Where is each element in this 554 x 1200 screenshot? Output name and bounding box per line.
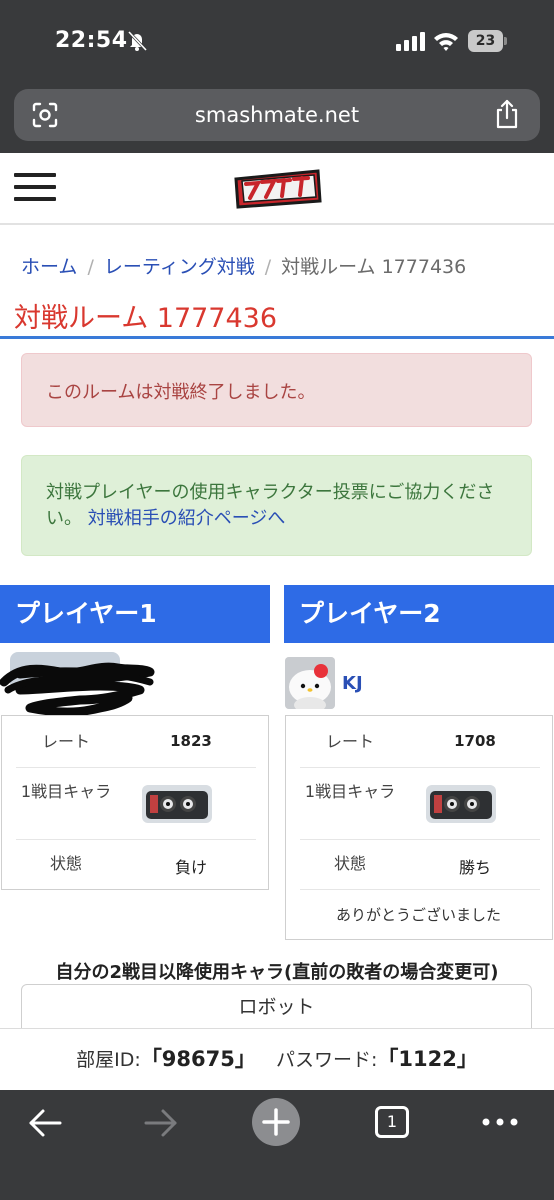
player2-avatar[interactable] [285,657,335,709]
player2-stats: レート 1708 1戦目キャラ 状態 勝ち ありがとうございました [285,715,553,940]
browser-top-chrome: 22:54 23 smashmate.net [0,0,554,153]
forward-arrow-icon[interactable] [142,1106,180,1140]
player2-status-value: 勝ち [458,858,491,877]
address-bar[interactable]: smashmate.net [14,89,540,141]
signal-icon [396,32,425,51]
status-label: 状態 [49,854,82,873]
chara-label: 1戦目キャラ [20,782,112,801]
robot-character-icon [142,785,212,823]
wifi-icon [434,33,458,51]
match-finished-alert: このルームは対戦終了しました。 [21,353,532,427]
password-label: パスワード: [275,1049,378,1071]
chara-label: 1戦目キャラ [304,782,396,801]
new-tab-button[interactable] [252,1098,300,1146]
page-title: 対戦ルーム 1777436 [14,303,278,334]
battery-indicator: 23 [468,30,508,52]
more-icon[interactable] [480,1112,520,1132]
player1-status-value: 負け [174,858,207,877]
tab-switcher-button[interactable]: 1 [375,1106,409,1138]
player2-name-link[interactable]: KJ [342,673,363,694]
player2-status-row: 状態 勝ち [300,840,540,890]
player2-message: ありがとうございました [335,906,501,924]
player1-rate-row: レート 1823 [16,716,256,768]
player1-chara-row: 1戦目キャラ [16,768,256,840]
password-value: 「1122」 [377,1047,478,1071]
second-chara-label: 自分の2戦目以降使用キャラ(直前の敗者の場合変更可) [55,962,499,983]
status-time: 22:54 [55,28,128,53]
breadcrumb: ホーム / レーティング対戦 / 対戦ルーム 1777436 [21,252,466,279]
player1-redacted-name [0,652,155,717]
battery-level: 23 [468,30,503,52]
room-id-label: 部屋ID: [76,1049,141,1071]
breadcrumb-home-link[interactable]: ホーム [21,256,77,278]
vote-request-text: 対戦プレイヤーの使用キャラクター投票にご協力ください。 対戦相手の紹介ページへ [46,480,516,532]
smashmate-logo[interactable] [232,167,324,211]
player1-heading: プレイヤー1 [0,585,270,643]
status-label: 状態 [333,854,366,873]
breadcrumb-separator: / [264,256,272,278]
player1-stats: レート 1823 1戦目キャラ 状態 負け [1,715,269,890]
hamburger-menu-icon[interactable] [14,173,56,205]
player1-status-row: 状態 負け [16,840,256,890]
player1-rate-value: 1823 [170,732,212,750]
rate-label: レート [41,732,90,751]
browser-bottom-toolbar: 1 [0,1090,554,1200]
bell-off-icon [127,30,148,52]
site-header [0,153,554,225]
breadcrumb-rating-link[interactable]: レーティング対戦 [104,256,255,278]
plus-icon [262,1108,290,1136]
robot-character-icon [426,785,496,823]
title-divider [0,336,554,339]
player2-chara-row: 1戦目キャラ [300,768,540,840]
vote-request-alert: 対戦プレイヤーの使用キャラクター投票にご協力ください。 対戦相手の紹介ページへ [21,455,532,556]
player2-rate-row: レート 1708 [300,716,540,768]
breadcrumb-separator: / [87,256,94,278]
battery-tip [504,37,507,45]
breadcrumb-current: 対戦ルーム 1777436 [281,256,467,278]
rate-label: レート [325,732,374,751]
room-id-value: 「98675」 [140,1047,256,1071]
opponent-intro-link[interactable]: 対戦相手の紹介ページへ [88,508,286,529]
back-arrow-icon[interactable] [26,1106,64,1140]
share-icon[interactable] [493,99,521,129]
match-finished-text: このルームは対戦終了しました。 [46,382,316,403]
player2-rate-value: 1708 [454,732,496,750]
room-info-bar: 部屋ID:「98675」 パスワード:「1122」 [0,1028,554,1090]
url-text[interactable]: smashmate.net [14,89,540,141]
player2-heading: プレイヤー2 [284,585,554,643]
